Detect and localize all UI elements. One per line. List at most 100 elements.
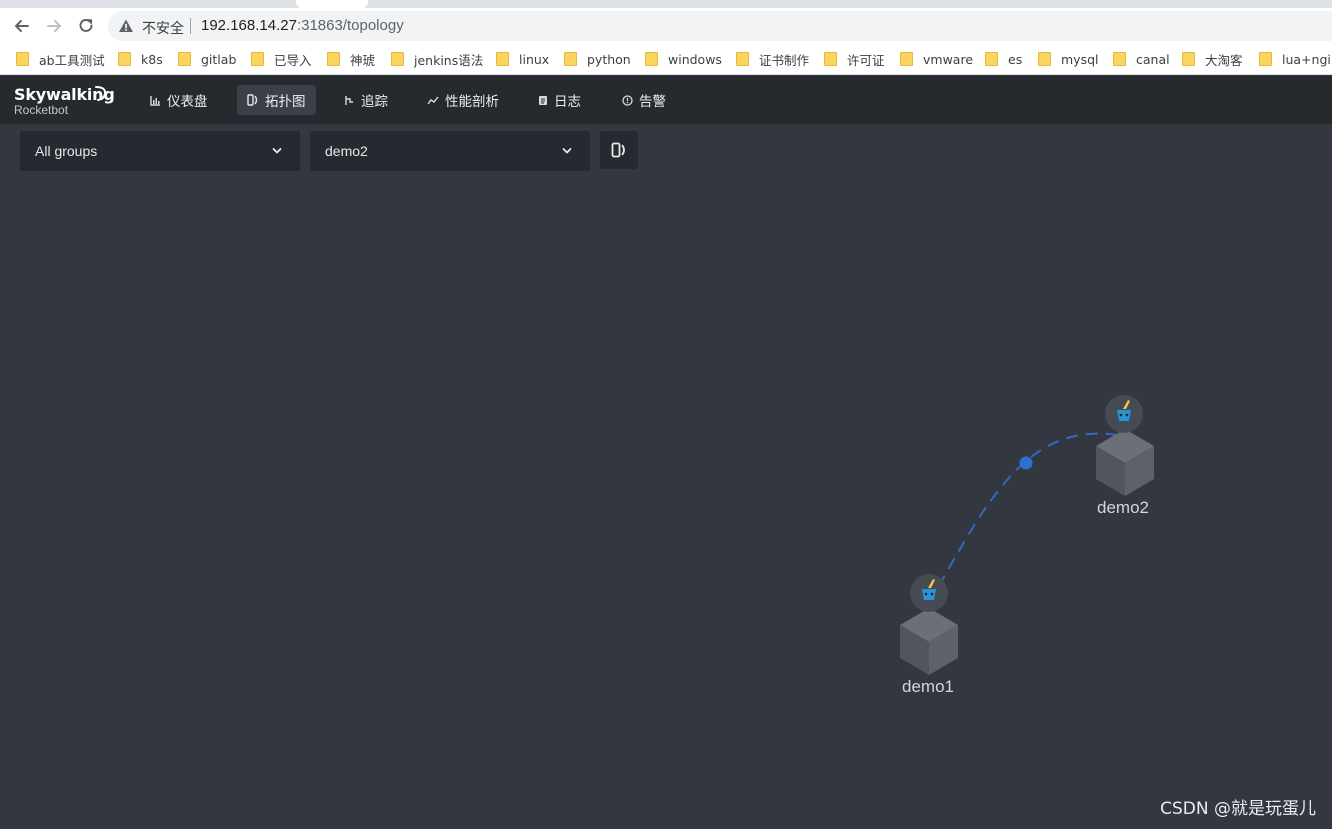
folder-icon <box>118 52 131 66</box>
bookmark-label: vmware <box>923 51 974 67</box>
bookmark-item[interactable]: lua+ngin <box>1259 49 1332 69</box>
service-select-value: demo2 <box>325 143 368 159</box>
arrow-left-icon <box>15 20 29 32</box>
skywalking-logo[interactable]: Skywalking Rocketbot <box>14 85 115 117</box>
bookmark-item[interactable]: mysql <box>1038 49 1099 69</box>
bookmark-label: 神琥 <box>350 52 376 68</box>
group-select[interactable]: All groups <box>20 131 300 171</box>
bookmark-item[interactable]: 神琥 <box>327 49 375 69</box>
bookmark-item[interactable]: 证书制作 <box>736 49 809 69</box>
service-avatar-icon <box>910 574 948 612</box>
topology-canvas[interactable]: demo2 demo1 <box>0 124 1332 829</box>
bookmark-item[interactable]: python <box>564 49 631 69</box>
bookmark-item[interactable]: windows <box>645 49 722 69</box>
topology-view-button[interactable] <box>600 131 638 169</box>
folder-icon <box>251 52 264 66</box>
folder-icon <box>1038 52 1051 66</box>
bookmark-item[interactable]: k8s <box>118 49 163 69</box>
address-bar[interactable]: 不安全 192.168.14.27:31863/topology <box>108 11 1332 41</box>
bookmark-item[interactable]: 已导入 <box>251 49 312 69</box>
nav-label: 性能剖析 <box>445 94 499 110</box>
bookmark-item[interactable]: gitlab <box>178 49 236 69</box>
omnibox-divider <box>190 18 191 34</box>
bookmark-item[interactable]: linux <box>496 49 549 69</box>
csdn-watermark: CSDN @就是玩蛋儿 <box>1160 799 1316 819</box>
url-host: 192.168.14.27 <box>201 17 297 34</box>
folder-icon <box>824 52 837 66</box>
nav-dashboard[interactable]: 仪表盘 <box>140 85 218 115</box>
nav-profile[interactable]: 性能剖析 <box>417 85 509 115</box>
folder-icon <box>985 52 998 66</box>
topology-icon <box>247 94 258 106</box>
profile-icon <box>427 96 439 104</box>
url-text[interactable]: 192.168.14.27:31863/topology <box>201 17 404 34</box>
bookmark-label: python <box>587 51 631 67</box>
warning-icon[interactable] <box>118 18 134 34</box>
topology-graph[interactable] <box>0 124 1332 829</box>
bookmark-label: ab工具测试 <box>39 52 105 68</box>
browser-tabstrip <box>0 0 1332 8</box>
folder-icon <box>496 52 509 66</box>
forward-button[interactable] <box>40 12 68 40</box>
nav-topology[interactable]: 拓扑图 <box>237 85 316 115</box>
bookmark-item[interactable]: 许可证 <box>824 49 885 69</box>
nav-label: 拓扑图 <box>265 94 306 110</box>
bookmark-label: gitlab <box>201 51 237 67</box>
nav-label: 告警 <box>639 94 666 110</box>
folder-icon <box>736 52 749 66</box>
folder-icon <box>178 52 191 66</box>
service-node-demo1[interactable] <box>900 574 958 675</box>
nav-alarm[interactable]: 告警 <box>612 85 676 115</box>
reload-button[interactable] <box>72 12 100 40</box>
nav-trace[interactable]: 追踪 <box>334 85 398 115</box>
group-select-value: All groups <box>35 143 98 159</box>
node-label-demo1[interactable]: demo1 <box>902 677 954 697</box>
bookmark-item[interactable]: canal <box>1113 49 1170 69</box>
browser-tab[interactable] <box>296 0 368 8</box>
bookmark-label: lua+ngin <box>1282 51 1332 67</box>
brand-subtitle: Rocketbot <box>14 103 69 117</box>
nav-log[interactable]: 日志 <box>528 85 591 115</box>
security-label[interactable]: 不安全 <box>142 18 184 38</box>
folder-icon <box>645 52 658 66</box>
bookmark-label: windows <box>668 51 722 67</box>
folder-icon <box>1182 52 1195 66</box>
topology-icon <box>611 142 625 158</box>
bookmark-label: 许可证 <box>847 52 885 68</box>
alarm-icon <box>622 94 633 106</box>
node-cube-icon <box>900 608 958 675</box>
service-avatar-icon <box>1105 395 1143 433</box>
bookmark-label: jenkins语法 <box>414 52 484 68</box>
service-node-demo2[interactable] <box>1096 395 1154 496</box>
folder-icon <box>1113 52 1126 66</box>
trace-icon <box>345 95 353 105</box>
bookmark-item[interactable]: ab工具测试 <box>16 49 105 69</box>
folder-icon <box>564 52 577 66</box>
dashboard-icon <box>150 95 160 106</box>
link-midpoint[interactable] <box>1019 456 1033 470</box>
bookmark-item[interactable]: vmware <box>900 49 973 69</box>
bookmark-item[interactable]: jenkins语法 <box>391 49 483 69</box>
folder-icon <box>391 52 404 66</box>
folder-icon <box>16 52 29 66</box>
node-label-demo2[interactable]: demo2 <box>1097 498 1149 518</box>
back-button[interactable] <box>8 12 36 40</box>
chevron-down-icon <box>272 148 282 154</box>
app-header: Skywalking Rocketbot 仪表盘 拓扑图 追踪 性能剖析 日志 … <box>0 76 1332 124</box>
log-icon <box>539 95 547 105</box>
bookmark-item[interactable]: 大淘客 <box>1182 49 1243 69</box>
node-cube-icon <box>1096 429 1154 496</box>
browser-toolbar: 不安全 192.168.14.27:31863/topology <box>0 8 1332 44</box>
folder-icon <box>1259 52 1272 66</box>
bookmark-label: 大淘客 <box>1205 52 1243 68</box>
bookmark-label: linux <box>519 51 550 67</box>
nav-label: 日志 <box>554 94 581 110</box>
reload-icon <box>79 18 93 32</box>
bookmark-label: 已导入 <box>274 52 312 68</box>
bookmark-item[interactable]: es <box>985 49 1022 69</box>
bookmark-label: canal <box>1136 51 1170 67</box>
nav-label: 仪表盘 <box>167 94 208 110</box>
nav-label: 追踪 <box>361 94 388 110</box>
bookmarks-bar: ab工具测试 k8s gitlab 已导入 神琥 jenkins语法 linux… <box>0 44 1332 75</box>
service-select[interactable]: demo2 <box>310 131 590 171</box>
